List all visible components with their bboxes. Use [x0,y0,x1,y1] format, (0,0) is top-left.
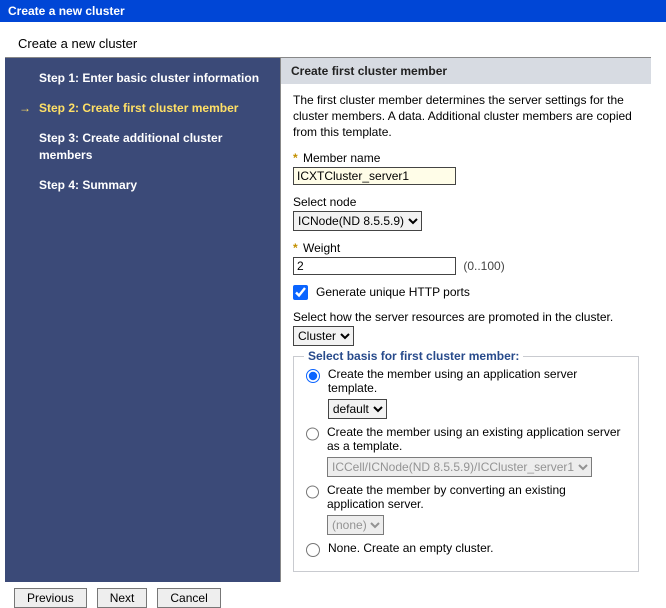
wizard-step-4[interactable]: Step 4: Summary [19,177,270,193]
intro-text: The first cluster member determines the … [293,92,639,141]
main-panel: Create first cluster member The first cl… [280,58,651,582]
basis-radio-template[interactable] [306,369,320,383]
next-button[interactable]: Next [97,588,148,608]
promote-label: Select how the server resources are prom… [293,310,639,324]
required-icon: * [293,241,300,255]
basis-radio-existing-template[interactable] [306,427,319,441]
basis-option-label: Create the member by converting an exist… [327,483,566,511]
wizard-step-2[interactable]: → Step 2: Create first cluster member [19,100,270,116]
page-heading: Create a new cluster [0,22,666,57]
promote-field: Select how the server resources are prom… [293,310,639,346]
member-name-label: Member name [303,151,380,165]
basis-option-label: Create the member using an application s… [328,367,577,395]
basis-option-label: Create the member using an existing appl… [327,425,620,453]
weight-range-hint: (0..100) [459,259,504,273]
wizard-step-label: Step 2: Create first cluster member [39,100,270,116]
member-name-field: * Member name [293,151,639,185]
basis-template-dropdown[interactable]: default [328,399,387,419]
wizard-step-3[interactable]: Step 3: Create additional cluster member… [19,130,270,162]
basis-convert-dropdown: (none) [327,515,384,535]
section-header: Create first cluster member [281,58,651,84]
member-name-input[interactable] [293,167,456,185]
weight-label: Weight [303,241,340,255]
button-bar: Previous Next Cancel [14,588,666,608]
select-node-dropdown[interactable]: ICNode(ND 8.5.5.9) [293,211,422,231]
basis-title: Select basis for first cluster member: [304,349,523,363]
wizard-step-label: Step 3: Create additional cluster member… [39,130,270,162]
select-node-field: Select node ICNode(ND 8.5.5.9) [293,195,639,231]
basis-option-none: None. Create an empty cluster. [306,541,626,557]
wizard-step-label: Step 1: Enter basic cluster information [39,70,270,86]
basis-option-convert: Create the member by converting an exist… [306,483,626,535]
wizard-step-label: Step 4: Summary [39,177,270,193]
select-node-label: Select node [293,195,639,209]
previous-button[interactable]: Previous [14,588,87,608]
arrow-icon: → [19,100,33,116]
generate-ports-label: Generate unique HTTP ports [316,285,470,299]
wizard-step-1[interactable]: Step 1: Enter basic cluster information [19,70,270,86]
generate-ports-row: Generate unique HTTP ports [293,285,639,300]
cancel-button[interactable]: Cancel [157,588,220,608]
basis-radio-convert[interactable] [306,485,319,499]
basis-existing-template-dropdown: ICCell/ICNode(ND 8.5.5.9)/ICCluster_serv… [327,457,592,477]
required-icon: * [293,151,300,165]
weight-field: * Weight (0..100) [293,241,639,275]
generate-ports-checkbox[interactable] [293,285,308,300]
wizard-sidebar: Step 1: Enter basic cluster information … [5,58,280,582]
basis-option-template: Create the member using an application s… [306,367,626,419]
basis-option-label: None. Create an empty cluster. [328,541,493,555]
weight-input[interactable] [293,257,456,275]
promote-dropdown[interactable]: Cluster [293,326,354,346]
title-bar: Create a new cluster [0,0,666,22]
basis-group: Select basis for first cluster member: C… [293,356,639,572]
basis-option-existing-template: Create the member using an existing appl… [306,425,626,477]
basis-radio-none[interactable] [306,543,320,557]
